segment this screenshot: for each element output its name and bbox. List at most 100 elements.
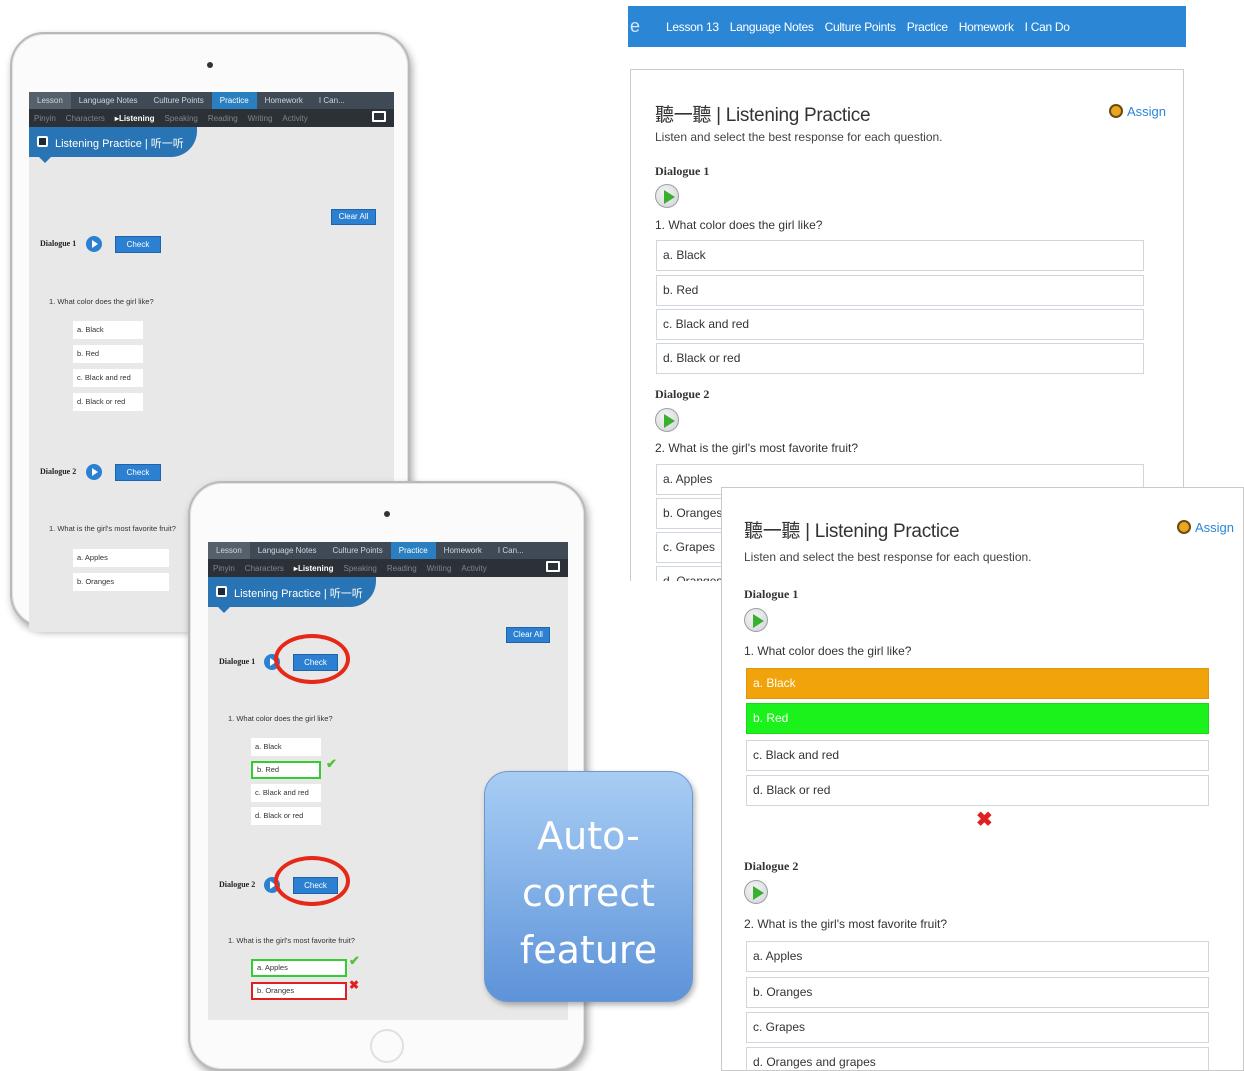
checkmark-icon: ✔ xyxy=(326,756,337,771)
clear-all-button[interactable]: Clear All xyxy=(331,209,376,225)
play-icon[interactable] xyxy=(86,236,102,252)
instructions: Listen and select the best response for … xyxy=(744,550,1032,564)
subtab-writing[interactable]: Writing xyxy=(243,114,278,123)
callout-text: Auto-correct feature xyxy=(519,814,658,972)
section-header: Listening Practice | 听一听 xyxy=(29,127,394,163)
option-q1-a[interactable]: a. Black xyxy=(73,321,143,339)
tab-homework[interactable]: Homework xyxy=(257,96,311,105)
page-title: 聽一聽 | Listening Practice xyxy=(655,105,871,126)
option-q2-d[interactable]: d. Oranges and grapes xyxy=(746,1047,1209,1070)
subtab-activity[interactable]: Activity xyxy=(456,564,491,573)
option-q1-d[interactable]: d. Black or red xyxy=(656,343,1144,374)
question-1: 1. What color does the girl like? xyxy=(655,218,823,232)
nav-lesson-13[interactable]: Lesson 13 xyxy=(666,20,719,34)
option-q1-c[interactable]: c. Black and red xyxy=(746,740,1209,771)
subtab-reading[interactable]: Reading xyxy=(203,114,243,123)
play-icon[interactable] xyxy=(655,184,679,208)
option-q1-d[interactable]: d. Black or red xyxy=(73,393,143,411)
option-q2-c[interactable]: c. Grapes xyxy=(746,1012,1209,1043)
option-q2-b[interactable]: b. Oranges xyxy=(746,977,1209,1008)
nav-culture-points[interactable]: Culture Points xyxy=(825,20,896,34)
section-header: Listening Practice | 听一听 xyxy=(208,577,568,613)
option-q2-a-correct[interactable]: a. Apples xyxy=(251,959,347,977)
tab-language-notes[interactable]: Language Notes xyxy=(250,546,325,555)
option-q1-a[interactable]: a. Black xyxy=(656,240,1144,271)
device-icon[interactable] xyxy=(372,111,386,122)
camera-dot xyxy=(384,511,390,517)
tab-lesson[interactable]: Lesson xyxy=(208,542,250,559)
check-button-1[interactable]: Check xyxy=(115,236,161,253)
dialogue2-label: Dialogue 2 xyxy=(744,859,799,873)
camera-dot xyxy=(207,62,213,68)
section-pointer xyxy=(39,157,51,163)
book-icon xyxy=(216,586,227,597)
nav-practice[interactable]: Practice xyxy=(907,20,948,34)
nav-homework[interactable]: Homework xyxy=(959,20,1014,34)
tab-i-can[interactable]: I Can... xyxy=(311,96,353,105)
clear-all-button[interactable]: Clear All xyxy=(506,627,550,643)
section-title: Listening Practice | 听一听 xyxy=(55,138,184,150)
tab-practice[interactable]: Practice xyxy=(390,542,436,559)
medal-icon xyxy=(1177,520,1191,534)
check-button-2[interactable]: Check xyxy=(115,464,161,481)
assign-label: Assign xyxy=(1127,104,1167,119)
assign-link[interactable]: Assign xyxy=(1109,104,1166,119)
home-button xyxy=(370,1029,404,1063)
sub-tabs: Pinyin Characters ▸Listening Speaking Re… xyxy=(208,559,568,577)
subtab-reading[interactable]: Reading xyxy=(382,564,422,573)
medal-icon xyxy=(1109,104,1123,118)
subtab-characters[interactable]: Characters xyxy=(240,564,289,573)
site-logo[interactable]: e xyxy=(630,16,640,37)
subtab-listening[interactable]: ▸Listening xyxy=(289,564,339,573)
sub-tabs: Pinyin Characters ▸Listening Speaking Re… xyxy=(29,109,394,127)
instructions: Listen and select the best response for … xyxy=(655,130,943,144)
subtab-writing[interactable]: Writing xyxy=(422,564,457,573)
dialogue1-label: Dialogue 1 xyxy=(744,587,799,601)
option-q2-b-wrong[interactable]: b. Oranges xyxy=(251,982,347,1000)
option-q1-c[interactable]: c. Black and red xyxy=(251,784,321,802)
device-icon[interactable] xyxy=(546,561,560,572)
option-q1-c[interactable]: c. Black and red xyxy=(656,309,1144,340)
question-1: 1. What color does the girl like? xyxy=(744,644,912,658)
tab-homework[interactable]: Homework xyxy=(436,546,490,555)
play-icon[interactable] xyxy=(744,880,768,904)
question-1: 1. What color does the girl like? xyxy=(228,714,333,723)
section-pointer xyxy=(218,607,230,613)
option-q1-a-selected-wrong[interactable]: a. Black xyxy=(746,668,1209,699)
option-q1-d[interactable]: d. Black or red xyxy=(746,775,1209,806)
dialogue2-label: Dialogue 2 xyxy=(655,387,710,401)
nav-i-can-do[interactable]: I Can Do xyxy=(1025,20,1070,34)
option-q2-b[interactable]: b. Oranges xyxy=(73,573,169,591)
tab-language-notes[interactable]: Language Notes xyxy=(71,96,146,105)
web-window-bottom: 聽一聽 | Listening Practice Assign Listen a… xyxy=(721,487,1244,1071)
subtab-listening[interactable]: ▸Listening xyxy=(110,114,160,123)
subtab-speaking[interactable]: Speaking xyxy=(160,114,203,123)
highlight-circle-check-2 xyxy=(274,856,350,906)
option-q1-b-correct[interactable]: b. Red xyxy=(251,761,321,779)
option-q2-a[interactable]: a. Apples xyxy=(746,941,1209,972)
subtab-characters[interactable]: Characters xyxy=(61,114,110,123)
option-q2-a[interactable]: a. Apples xyxy=(73,549,169,567)
option-q1-a[interactable]: a. Black xyxy=(251,738,321,756)
nav-language-notes[interactable]: Language Notes xyxy=(730,20,814,34)
dialogue1-label: Dialogue 1 xyxy=(40,239,77,248)
play-icon[interactable] xyxy=(655,408,679,432)
tab-lesson[interactable]: Lesson xyxy=(29,92,71,109)
tab-i-can[interactable]: I Can... xyxy=(490,546,532,555)
option-q1-d[interactable]: d. Black or red xyxy=(251,807,321,825)
subtab-pinyin[interactable]: Pinyin xyxy=(29,114,61,123)
play-icon[interactable] xyxy=(744,608,768,632)
option-q1-b-correct[interactable]: b. Red xyxy=(746,703,1209,734)
option-q1-c[interactable]: c. Black and red xyxy=(73,369,143,387)
subtab-pinyin[interactable]: Pinyin xyxy=(208,564,240,573)
tab-practice[interactable]: Practice xyxy=(211,92,257,109)
option-q1-b[interactable]: b. Red xyxy=(73,345,143,363)
subtab-speaking[interactable]: Speaking xyxy=(339,564,382,573)
option-q1-b[interactable]: b. Red xyxy=(656,275,1144,306)
play-icon[interactable] xyxy=(86,464,102,480)
auto-correct-callout: Auto-correct feature xyxy=(484,771,693,1002)
assign-link[interactable]: Assign xyxy=(1177,520,1234,535)
subtab-activity[interactable]: Activity xyxy=(277,114,312,123)
tab-culture-points[interactable]: Culture Points xyxy=(325,546,391,555)
tab-culture-points[interactable]: Culture Points xyxy=(146,96,212,105)
